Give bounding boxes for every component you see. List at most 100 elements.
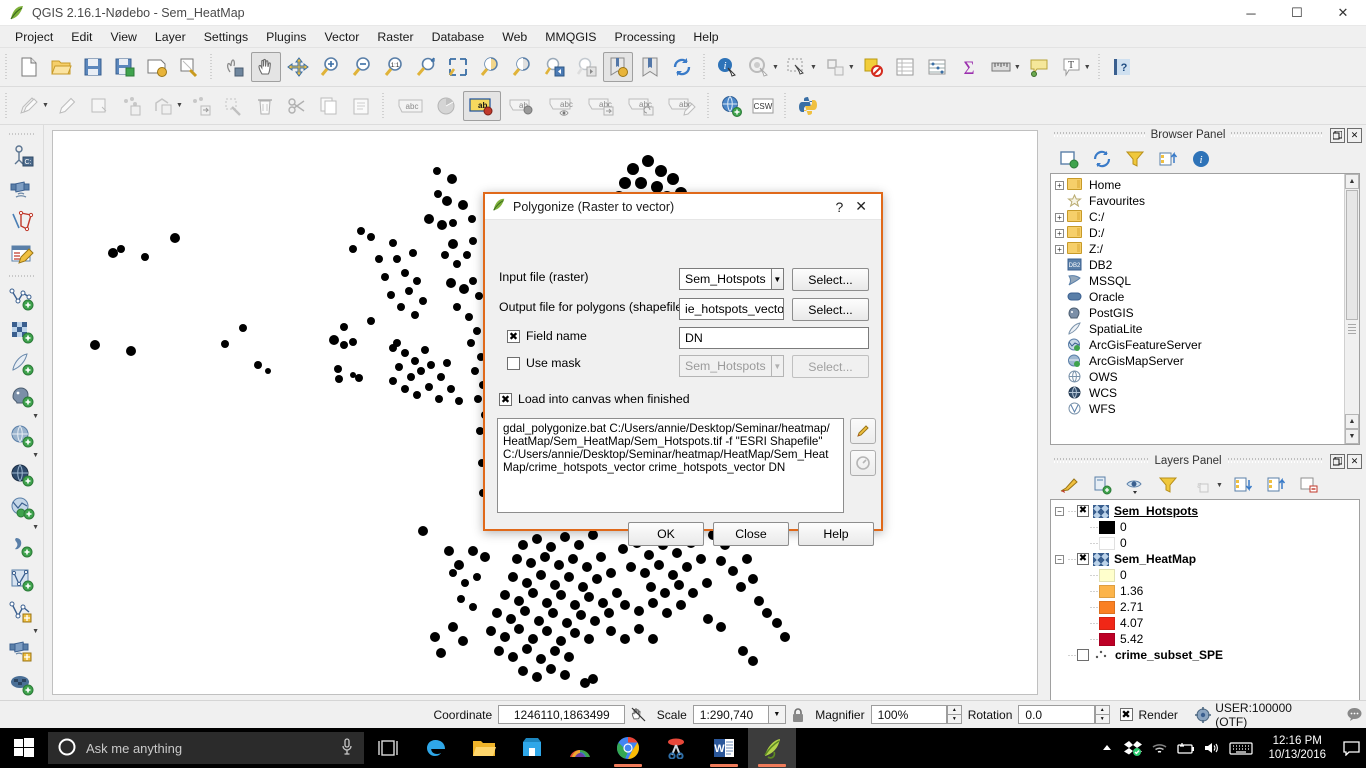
scroll-up-arrow-2[interactable]: ▲: [1345, 414, 1359, 429]
menu-web[interactable]: Web: [493, 27, 536, 47]
remove-layer-icon[interactable]: [1295, 473, 1323, 497]
zoom-to-selection-icon[interactable]: [507, 52, 537, 82]
expand-toggle[interactable]: +: [1055, 245, 1064, 254]
microphone-icon[interactable]: [340, 738, 354, 759]
browser-item-postgis[interactable]: PostGIS: [1055, 305, 1359, 321]
layer-labeling-options-icon[interactable]: ab: [463, 91, 501, 121]
new-print-composer-icon[interactable]: [142, 52, 172, 82]
chevron-down-icon[interactable]: ▼: [769, 705, 786, 724]
add-arcgis-layer-icon[interactable]: [5, 492, 39, 522]
browser-item-mssql[interactable]: MSSQL: [1055, 273, 1359, 289]
chevron-down-icon[interactable]: ▼: [772, 355, 784, 377]
delete-selected-icon[interactable]: [250, 91, 280, 121]
browser-item-favourites[interactable]: Favourites: [1055, 193, 1359, 209]
menu-edit[interactable]: Edit: [62, 27, 101, 47]
scroll-down-arrow[interactable]: ▼: [1345, 429, 1359, 444]
field-name-input[interactable]: DN: [679, 327, 869, 349]
zoom-back-icon[interactable]: [539, 52, 569, 82]
menu-help[interactable]: Help: [684, 27, 727, 47]
help-button[interactable]: Help: [798, 522, 874, 546]
cut-features-icon[interactable]: [282, 91, 312, 121]
minimize-button[interactable]: ─: [1228, 0, 1274, 26]
python-console-icon[interactable]: [793, 91, 823, 121]
pin-labels-icon[interactable]: ab: [503, 91, 541, 121]
change-label-icon[interactable]: abc: [663, 91, 701, 121]
browser-item-arcgisfeatureserver[interactable]: ArcGisFeatureServer: [1055, 337, 1359, 353]
toolbar-handle[interactable]: [3, 93, 10, 119]
rotate-label-icon[interactable]: abc: [623, 91, 661, 121]
browser-item-home[interactable]: + Home: [1055, 177, 1359, 193]
menu-plugins[interactable]: Plugins: [257, 27, 315, 47]
refresh-icon[interactable]: [1088, 147, 1116, 171]
nbc-icon[interactable]: [556, 728, 604, 768]
collapse-all-icon[interactable]: [1154, 147, 1182, 171]
use-mask-value[interactable]: Sem_Hotspots: [679, 355, 772, 377]
layers-panel-close-button[interactable]: ✕: [1347, 454, 1362, 469]
maximize-button[interactable]: ☐: [1274, 0, 1320, 26]
add-spatialite-layer-icon[interactable]: [5, 349, 39, 379]
crs-status-icon[interactable]: [1190, 707, 1215, 723]
measure-line-icon[interactable]: [986, 52, 1016, 82]
menu-processing[interactable]: Processing: [606, 27, 685, 47]
label-icon[interactable]: abc: [391, 91, 429, 121]
menu-database[interactable]: Database: [423, 27, 494, 47]
zoom-native-icon[interactable]: 1:1: [379, 52, 409, 82]
input-file-select-button[interactable]: Select...: [792, 268, 869, 291]
magnifier-spinner[interactable]: ▲▼: [947, 705, 962, 724]
browser-panel-close-button[interactable]: ✕: [1347, 128, 1362, 143]
gps-information-icon[interactable]: [5, 174, 39, 204]
layer-row-crime-subset[interactable]: ⋯ crime_subset_SPE: [1055, 647, 1359, 663]
save-project-icon[interactable]: [78, 52, 108, 82]
zoom-out-icon[interactable]: [347, 52, 377, 82]
chevron-down-icon[interactable]: ▼: [810, 64, 817, 71]
csw-icon[interactable]: CSW: [748, 91, 778, 121]
help-contents-icon[interactable]: ?: [1107, 52, 1137, 82]
current-edits-icon[interactable]: [14, 91, 44, 121]
magnifier-input[interactable]: 100%: [871, 705, 947, 724]
layer-row-sem-hotspots[interactable]: − ⋯ ✖ Sem_Hotspots: [1055, 503, 1359, 519]
new-shapefile-layer-icon[interactable]: [5, 564, 39, 594]
metasearch-icon[interactable]: [716, 91, 746, 121]
browser-item-ows[interactable]: OWS: [1055, 369, 1359, 385]
open-attribute-table-icon[interactable]: [890, 52, 920, 82]
open-table-icon[interactable]: [5, 239, 39, 269]
expand-all-icon[interactable]: [1229, 473, 1257, 497]
reload-icon[interactable]: [850, 450, 876, 476]
expand-toggle[interactable]: +: [1055, 213, 1064, 222]
text-annotation-icon[interactable]: T: [1056, 52, 1086, 82]
scroll-up-arrow[interactable]: ▲: [1345, 174, 1359, 189]
zoom-forward-icon[interactable]: [571, 52, 601, 82]
menu-layer[interactable]: Layer: [146, 27, 195, 47]
measure-area-icon[interactable]: [5, 206, 39, 236]
browser-item-wfs[interactable]: WFS: [1055, 401, 1359, 417]
statistical-summary-icon[interactable]: Σ: [954, 52, 984, 82]
dialog-help-button[interactable]: ?: [835, 199, 843, 215]
show-hide-labels-icon[interactable]: abc: [543, 91, 581, 121]
panel-drag-handle[interactable]: [1231, 131, 1322, 139]
expand-toggle[interactable]: +: [1055, 181, 1064, 190]
messages-icon[interactable]: [1343, 707, 1366, 722]
add-wms-layer-icon[interactable]: [5, 460, 39, 490]
browser-item-spatialite[interactable]: SpatiaLite: [1055, 321, 1359, 337]
coordinate-input[interactable]: 1246110,1863499: [498, 705, 625, 724]
add-raster-layer-icon[interactable]: [5, 316, 39, 346]
identify-features-icon[interactable]: i: [712, 52, 742, 82]
add-virtual-layer-icon[interactable]: [5, 669, 39, 699]
pan-map-icon[interactable]: [251, 52, 281, 82]
save-layer-edits-icon[interactable]: [84, 91, 114, 121]
expand-toggle[interactable]: +: [1055, 229, 1064, 238]
expand-toggle[interactable]: −: [1055, 507, 1064, 516]
chrome-icon[interactable]: [604, 728, 652, 768]
toolbar-handle[interactable]: [9, 131, 35, 138]
node-tool-icon[interactable]: [218, 91, 248, 121]
browser-item-wcs[interactable]: WCS: [1055, 385, 1359, 401]
map-tips-icon[interactable]: [1024, 52, 1054, 82]
new-memory-layer-icon[interactable]: [5, 597, 39, 627]
refresh-icon[interactable]: [667, 52, 697, 82]
keyboard-icon[interactable]: [1224, 728, 1258, 768]
dropbox-icon[interactable]: [1120, 728, 1146, 768]
toolbar-handle[interactable]: [3, 54, 10, 80]
filter-legend-icon[interactable]: [1154, 473, 1182, 497]
add-delimited-text-layer-icon[interactable]: [5, 532, 39, 562]
action-center-icon[interactable]: [1336, 728, 1366, 768]
